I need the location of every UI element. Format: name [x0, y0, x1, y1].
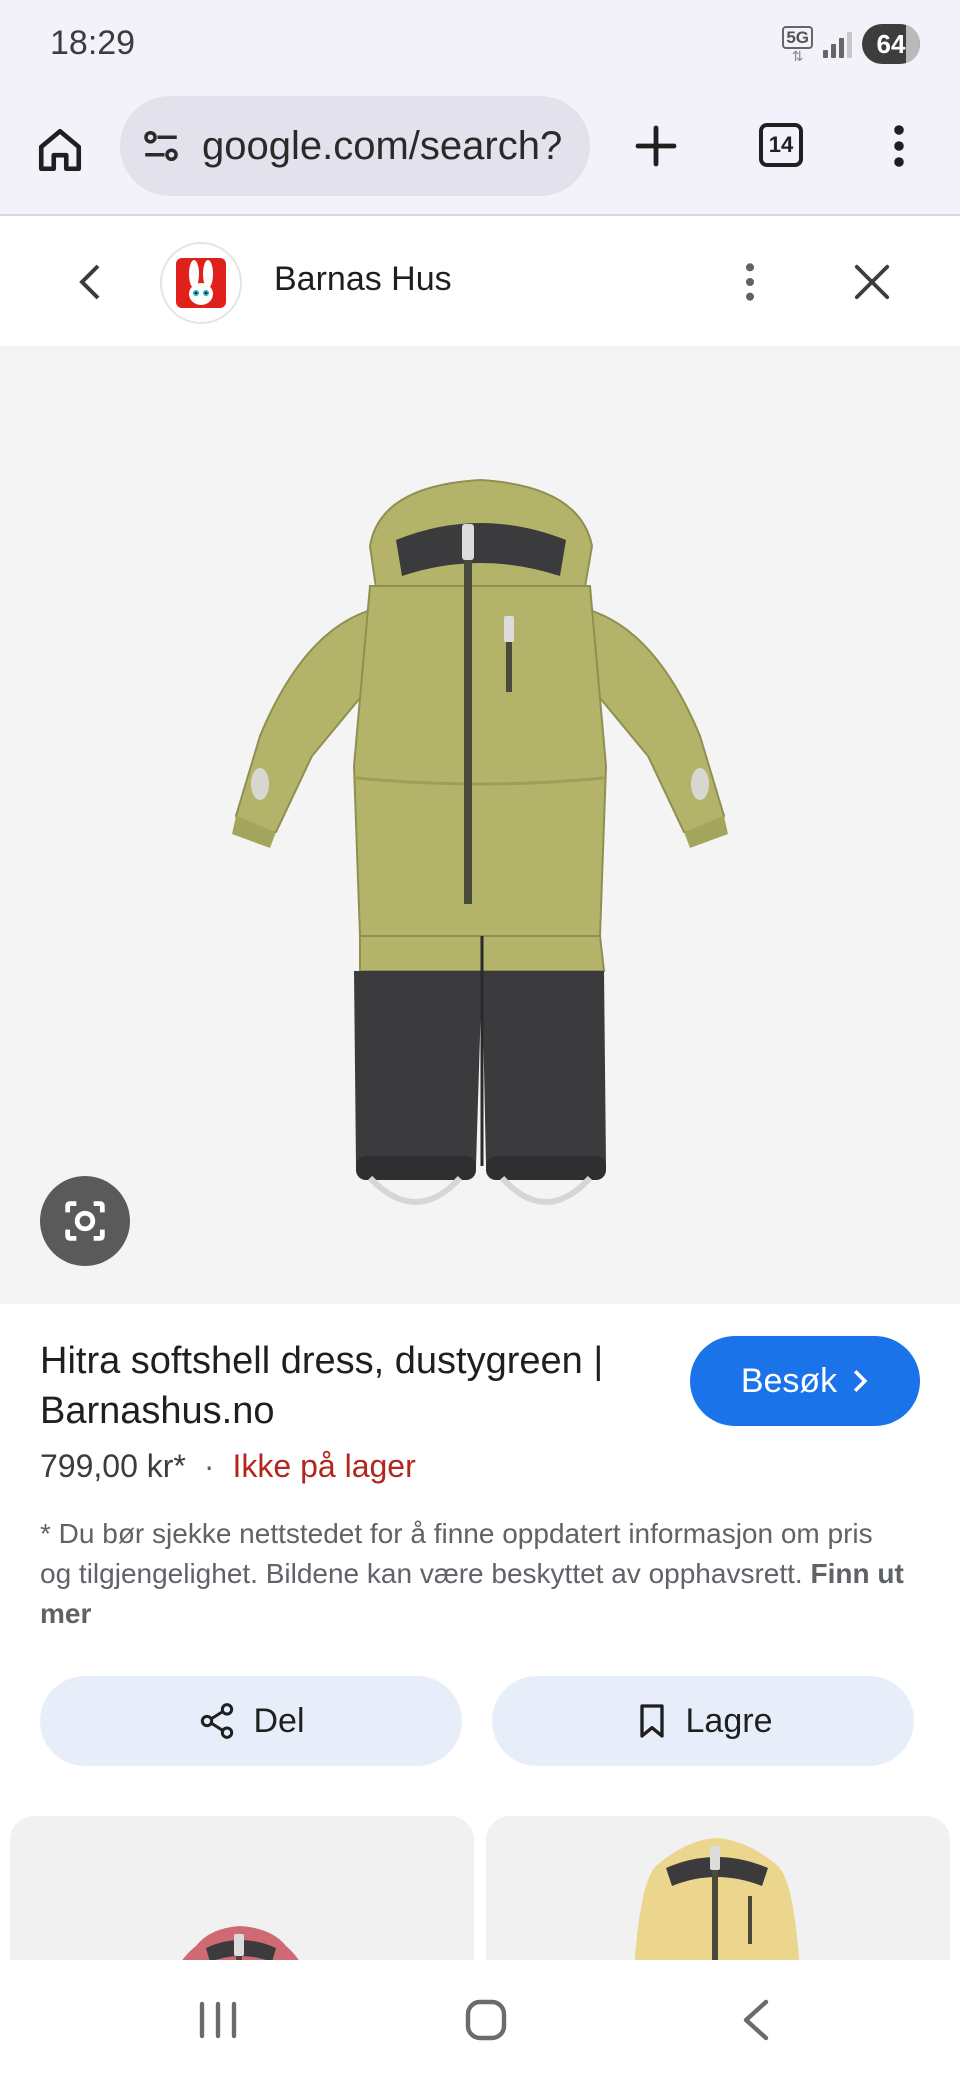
product-image[interactable] [0, 346, 960, 1304]
back-button[interactable] [60, 252, 120, 312]
system-home-button[interactable] [446, 1990, 526, 2050]
home-icon [38, 128, 82, 172]
more-vert-icon [894, 125, 904, 167]
more-vert-icon [745, 263, 755, 301]
share-button[interactable]: Del [40, 1676, 462, 1766]
home-button[interactable] [28, 118, 92, 182]
home-outline-icon [465, 1999, 507, 2041]
save-button[interactable]: Lagre [492, 1676, 914, 1766]
site-logo [160, 242, 242, 324]
chevron-right-icon [854, 1369, 868, 1393]
tab-switcher-button[interactable]: 14 [750, 114, 812, 176]
browser-toolbar: google.com/search? 14 [0, 90, 960, 216]
close-icon [854, 264, 890, 300]
share-icon [201, 1703, 234, 1739]
visit-label: Besøk [740, 1361, 838, 1400]
battery-level: 64 [876, 28, 906, 59]
status-icons: 5G ⇅ 64 [782, 22, 920, 66]
network-label: 5G [782, 25, 813, 49]
bookmark-icon [639, 1704, 664, 1738]
back-icon [743, 1999, 769, 2041]
recents-button[interactable] [178, 1990, 258, 2050]
data-arrows-icon: ⇅ [791, 47, 804, 64]
price-line: 799,00 kr* · Ikke på lager [40, 1448, 416, 1485]
browser-menu-button[interactable] [874, 112, 924, 180]
system-back-button[interactable] [716, 1990, 796, 2050]
product-price: 799,00 kr* [40, 1448, 186, 1484]
visit-button[interactable]: Besøk [690, 1336, 920, 1426]
tune-icon[interactable] [140, 125, 182, 167]
close-button[interactable] [842, 252, 902, 312]
coverall-image [232, 478, 728, 1205]
google-lens-button[interactable] [40, 1176, 130, 1266]
url-bar[interactable]: google.com/search? [120, 96, 590, 196]
new-tab-button[interactable] [622, 112, 690, 180]
stock-status: Ikke på lager [232, 1448, 416, 1484]
sheet-more-button[interactable] [730, 252, 770, 312]
chevron-left-icon [79, 264, 100, 300]
signal-icon [823, 30, 852, 58]
save-label: Lagre [685, 1701, 773, 1740]
site-name: Barnas Hus [274, 260, 452, 298]
status-time: 18:29 [50, 24, 136, 62]
tab-switcher-icon: 14 [759, 123, 803, 167]
disclaimer-text: * Du bør sjekke nettstedet for å finne o… [40, 1518, 873, 1589]
system-nav-bar [0, 1960, 960, 2080]
separator: · [203, 1448, 215, 1484]
url-text: google.com/search? [202, 123, 563, 168]
disclaimer: * Du bør sjekke nettstedet for å finne o… [40, 1514, 910, 1634]
lens-icon [65, 1201, 105, 1241]
share-label: Del [253, 1701, 305, 1740]
bunny-logo-icon [176, 258, 226, 308]
product-title[interactable]: Hitra softshell dress, dustygreen | Barn… [40, 1336, 670, 1436]
plus-icon [635, 125, 677, 167]
result-sheet-header: Barnas Hus [0, 218, 960, 346]
recents-icon [199, 2001, 237, 2039]
network-5g-icon: 5G ⇅ [782, 25, 813, 64]
status-bar: 18:29 5G ⇅ 64 [0, 0, 960, 90]
battery-icon: 64 [862, 24, 920, 64]
